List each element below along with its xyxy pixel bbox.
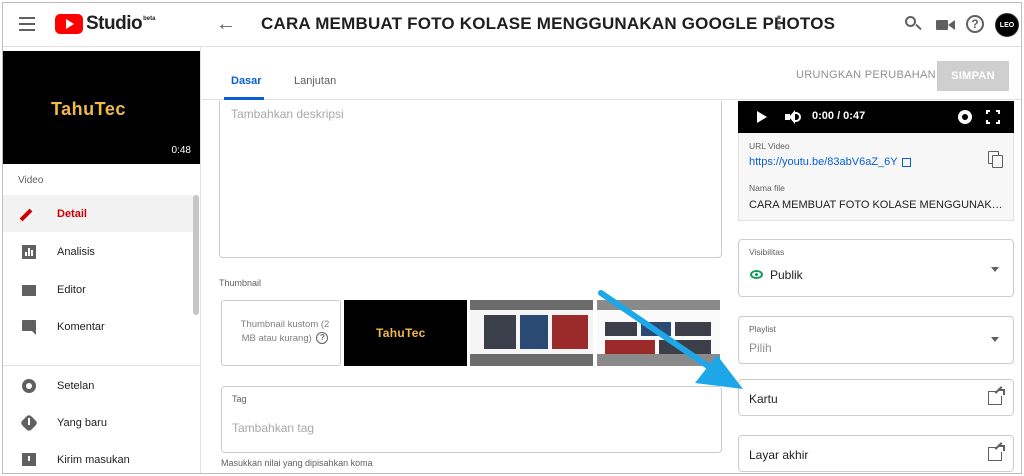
video-player-controls: 0:00 / 0:47 bbox=[738, 101, 1014, 133]
active-tab-indicator bbox=[224, 97, 264, 100]
editor-icon bbox=[21, 282, 37, 298]
help-icon[interactable]: ? bbox=[965, 14, 987, 36]
visibility-label: Visibilitas bbox=[749, 247, 785, 257]
sidebar-item-setelan[interactable]: Setelan bbox=[3, 367, 193, 404]
sidebar-item-label: Editor bbox=[57, 283, 86, 296]
upload-thumbnail-button[interactable]: Thumbnail kustom (2 MB atau kurang) ? bbox=[221, 300, 341, 366]
copy-icon[interactable] bbox=[988, 151, 1004, 169]
play-icon[interactable] bbox=[757, 111, 767, 123]
help-icon[interactable]: ? bbox=[316, 332, 329, 345]
settings-gear-icon[interactable] bbox=[958, 110, 972, 124]
sidebar-item-label: Detail bbox=[57, 207, 87, 220]
screenshot-preview bbox=[470, 310, 593, 354]
visibility-select[interactable]: Visibilitas Publik bbox=[738, 239, 1014, 297]
sidebar-item-label: Setelan bbox=[57, 379, 95, 392]
end-screen-label: Layar akhir bbox=[749, 448, 809, 462]
sidebar-item-editor[interactable]: Editor bbox=[3, 271, 193, 308]
search-icon[interactable] bbox=[903, 14, 925, 36]
menu-icon[interactable] bbox=[19, 17, 35, 31]
sidebar-item-kirim-masukan[interactable]: Kirim masukan bbox=[3, 441, 193, 473]
video-info-panel: URL Video https://youtu.be/83abV6aZ_6Y N… bbox=[738, 133, 1014, 221]
thumbnail-title-text: TahuTec bbox=[51, 99, 126, 119]
description-placeholder: Tambahkan deskripsi bbox=[231, 107, 344, 121]
description-field[interactable]: Tambahkan deskripsi bbox=[219, 101, 722, 258]
comment-icon bbox=[21, 319, 37, 335]
video-thumbnail[interactable]: TahuTec 0:48 bbox=[3, 51, 200, 164]
back-arrow-icon[interactable]: ← bbox=[216, 13, 236, 36]
save-button[interactable]: SIMPAN bbox=[937, 61, 1009, 91]
undo-changes-button[interactable]: URUNGKAN PERUBAHAN bbox=[796, 69, 936, 81]
sidebar-item-komentar[interactable]: Komentar bbox=[3, 308, 193, 345]
sidebar-item-yang-baru[interactable]: Yang baru bbox=[3, 404, 193, 441]
logo-beta-badge: beta bbox=[143, 16, 156, 22]
avatar[interactable]: LEO bbox=[995, 13, 1019, 37]
cards-label: Kartu bbox=[749, 392, 778, 406]
studio-window: Studio beta ← CARA MEMBUAT FOTO KOLASE M… bbox=[2, 2, 1022, 474]
fullscreen-icon[interactable] bbox=[985, 109, 1001, 125]
filename-value: CARA MEMBUAT FOTO KOLASE MENGGUNAKAN GOO… bbox=[749, 199, 1005, 211]
gear-icon bbox=[21, 378, 37, 394]
video-url-link[interactable]: https://youtu.be/83abV6aZ_6Y bbox=[749, 156, 911, 168]
url-label: URL Video bbox=[749, 141, 790, 151]
sidebar-section-label: Video bbox=[18, 175, 44, 186]
tab-dasar[interactable]: Dasar bbox=[231, 75, 262, 87]
volume-icon[interactable] bbox=[785, 109, 801, 125]
sidebar-item-label: Yang baru bbox=[57, 416, 107, 429]
analytics-icon bbox=[21, 244, 37, 260]
sidebar-item-label: Komentar bbox=[57, 320, 105, 333]
logo-text: Studio bbox=[86, 13, 143, 34]
playlist-label: Playlist bbox=[749, 324, 776, 334]
sidebar-item-detail[interactable]: Detail bbox=[3, 195, 193, 232]
playlist-select[interactable]: Playlist Pilih bbox=[738, 316, 1014, 364]
end-screen-button[interactable]: Layar akhir bbox=[738, 435, 1014, 472]
tab-lanjutan[interactable]: Lanjutan bbox=[294, 75, 336, 87]
open-link-icon bbox=[901, 157, 911, 167]
cards-button[interactable]: Kartu bbox=[738, 379, 1014, 416]
thumbnail-duration: 0:48 bbox=[171, 145, 191, 156]
player-time: 0:00 / 0:47 bbox=[812, 110, 866, 122]
sidebar: TahuTec 0:48 Video Detail Analisis Edito… bbox=[3, 47, 201, 473]
video-url-text: https://youtu.be/83abV6aZ_6Y bbox=[749, 156, 898, 168]
video-title: CARA MEMBUAT FOTO KOLASE MENGGUNAKAN GOO… bbox=[261, 14, 836, 33]
tag-hint: Masukkan nilai yang dipisahkan koma bbox=[221, 458, 373, 468]
visibility-value: Publik bbox=[770, 268, 803, 282]
create-video-icon[interactable] bbox=[935, 14, 957, 36]
more-vert-icon[interactable]: ⋮ bbox=[770, 13, 788, 34]
thumbnail-option-1[interactable]: TahuTec bbox=[344, 300, 467, 366]
feedback-icon bbox=[21, 452, 37, 468]
tag-input[interactable]: Tambahkan tag bbox=[232, 421, 314, 435]
annotation-arrow bbox=[598, 290, 743, 389]
tag-label: Tag bbox=[232, 394, 247, 404]
sidebar-scrollbar[interactable] bbox=[193, 195, 199, 315]
eye-icon bbox=[750, 270, 763, 279]
thumbnail-option-2[interactable] bbox=[470, 300, 593, 366]
whats-new-icon bbox=[19, 413, 39, 433]
dropdown-arrow-icon bbox=[991, 337, 999, 342]
youtube-studio-logo[interactable]: Studio beta bbox=[55, 13, 155, 35]
thumbnail-section-label: Thumbnail bbox=[219, 278, 262, 288]
sidebar-item-analisis[interactable]: Analisis bbox=[3, 233, 193, 270]
sidebar-item-label: Analisis bbox=[57, 245, 95, 258]
dropdown-arrow-icon bbox=[991, 267, 999, 272]
pencil-icon bbox=[19, 206, 37, 222]
sidebar-item-label: Kirim masukan bbox=[57, 453, 130, 466]
filename-label: Nama file bbox=[749, 183, 785, 193]
sidebar-divider bbox=[3, 365, 200, 366]
tab-bar: Dasar Lanjutan URUNGKAN PERUBAHAN SIMPAN bbox=[202, 47, 1021, 100]
thumbnail-option-text: TahuTec bbox=[376, 326, 426, 340]
youtube-logo-icon bbox=[55, 14, 83, 34]
top-bar: Studio beta ← CARA MEMBUAT FOTO KOLASE M… bbox=[3, 3, 1021, 47]
